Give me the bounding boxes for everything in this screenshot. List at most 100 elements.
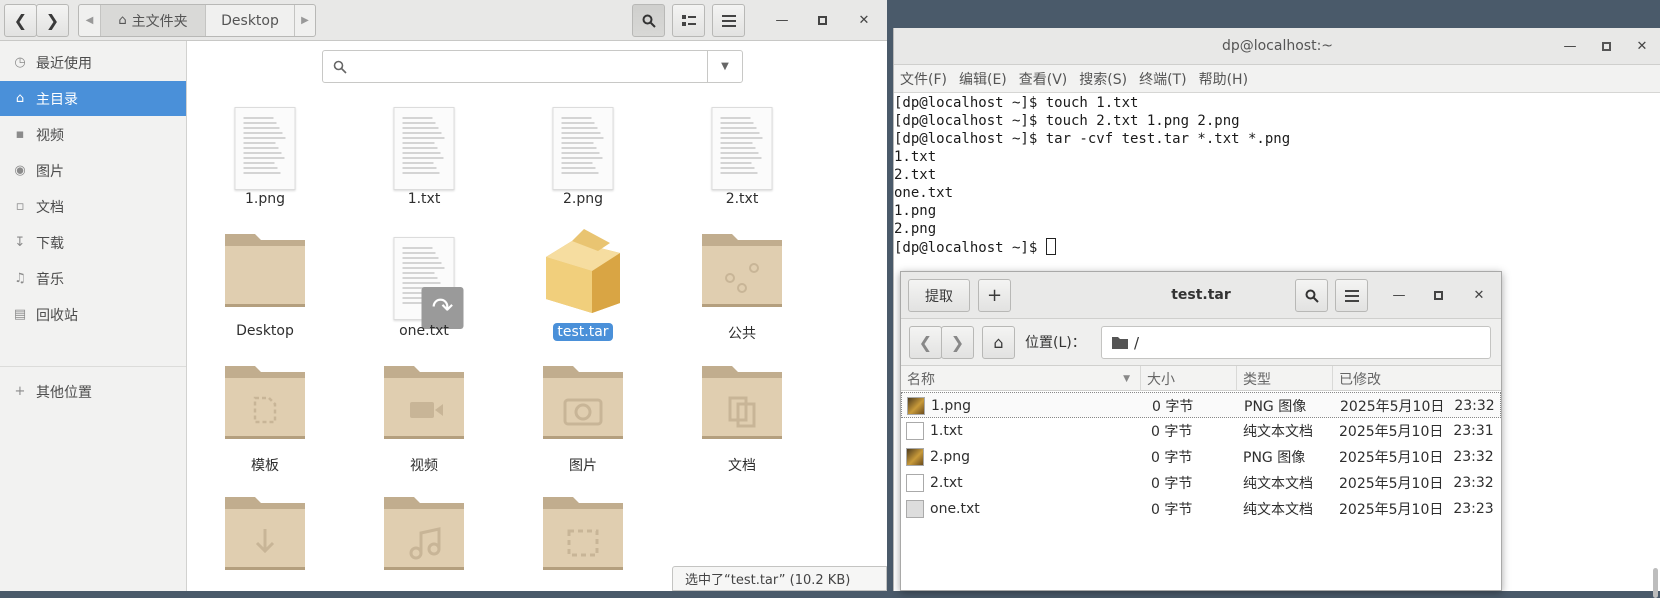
plus-icon: + <box>14 384 26 399</box>
path-desktop-button[interactable]: Desktop <box>206 5 295 36</box>
location-label-text: 位置(L)： <box>1025 335 1086 351</box>
archive-row-time: 23:31 <box>1453 423 1494 439</box>
search-options-dropdown[interactable]: ▼ <box>708 51 742 82</box>
terminal-menu-item[interactable]: 查看(V) <box>1019 69 1068 89</box>
menu-button[interactable] <box>712 4 745 37</box>
sidebar-item-2[interactable]: ▪ 视频 <box>0 117 186 152</box>
sidebar-item-5[interactable]: ↧ 下载 <box>0 225 186 260</box>
archive-back-button[interactable]: ❮ <box>909 326 942 359</box>
column-name[interactable]: 名称 ▼ <box>901 366 1141 391</box>
search-input[interactable] <box>323 51 708 82</box>
file-item[interactable]: 视频 <box>369 357 479 477</box>
terminal-maximize-button[interactable] <box>1594 34 1618 58</box>
extract-button[interactable]: 提取 <box>908 279 970 312</box>
sidebar-item-1[interactable]: ⌂ 主目录 <box>0 81 186 116</box>
video-icon: ▪ <box>15 127 25 142</box>
column-type[interactable]: 类型 <box>1237 366 1333 391</box>
archive-minimize-button[interactable]: — <box>1387 283 1411 307</box>
search-bar[interactable]: ▼ <box>322 50 743 83</box>
minimize-button[interactable]: — <box>770 8 794 32</box>
sidebar-item-3[interactable]: ◉ 图片 <box>0 153 186 188</box>
sidebar-item-7[interactable]: ▤ 回收站 <box>0 297 186 332</box>
archive-search-button[interactable] <box>1295 279 1328 312</box>
file-item[interactable]: 图片 <box>528 357 638 477</box>
sidebar-item-label: 视频 <box>36 127 64 144</box>
back-button[interactable]: ❮ <box>4 4 37 37</box>
sidebar-item-other-locations[interactable]: + 其他位置 <box>0 374 186 409</box>
file-item[interactable]: 2.png <box>528 95 638 215</box>
search-icon <box>1305 289 1319 303</box>
sort-arrow-icon: ▼ <box>1123 373 1130 384</box>
column-size-label: 大小 <box>1147 371 1175 388</box>
minimize-icon: — <box>775 12 789 28</box>
archive-menu-button[interactable] <box>1335 279 1368 312</box>
terminal-line: [dp@localhost ~]$ <box>894 238 1660 256</box>
file-item[interactable]: 1.png <box>210 95 320 215</box>
file-item[interactable] <box>210 488 320 591</box>
terminal-line-text: 1.png <box>894 203 937 219</box>
places-sidebar: ◷ 最近使用 ⌂ 主目录 ▪ 视频 ◉ 图片 ▫ 文档 ↧ 下载 ♫ 音乐 ▤ 回收站 + 其他位置 <box>0 41 187 591</box>
terminal-cursor <box>1045 238 1056 255</box>
close-icon: ✕ <box>858 12 870 28</box>
view-mode-button[interactable] <box>672 4 705 37</box>
camera-icon: ◉ <box>14 163 26 178</box>
terminal-menu-item[interactable]: 编辑(E) <box>959 69 1007 89</box>
folder-icon <box>223 228 307 310</box>
terminal-menu-item[interactable]: 终端(T) <box>1139 69 1186 89</box>
folder-icon <box>541 360 625 442</box>
sidebar-item-4[interactable]: ▫ 文档 <box>0 189 186 224</box>
archive-row-time: 23:23 <box>1453 501 1494 517</box>
archive-maximize-button[interactable] <box>1426 283 1450 307</box>
column-modified[interactable]: 已修改 <box>1333 366 1501 391</box>
file-item[interactable]: ↷ one.txt <box>369 225 479 345</box>
archive-row[interactable]: 2.txt 0 字节 纯文本文档 2025年5月10日 23:32 <box>901 470 1501 496</box>
files-headerbar: ❮ ❯ ◀ ⌂ 主文件夹 Desktop ▶ — ✕ <box>0 0 887 41</box>
forward-button[interactable]: ❯ <box>36 4 69 37</box>
file-item[interactable]: 2.txt <box>687 95 797 215</box>
close-button[interactable]: ✕ <box>852 8 876 32</box>
folder-icon <box>700 228 784 310</box>
archive-row[interactable]: 1.png 0 字节 PNG 图像 2025年5月10日 23:32 <box>901 392 1501 418</box>
minimize-icon: — <box>1392 287 1406 303</box>
path-bar: ◀ ⌂ 主文件夹 Desktop ▶ <box>78 4 316 37</box>
archive-row-type: 纯文本文档 <box>1243 502 1313 518</box>
archive-forward-button[interactable]: ❯ <box>941 326 974 359</box>
archive-row-size: 0 字节 <box>1151 476 1193 492</box>
sidebar-item-6[interactable]: ♫ 音乐 <box>0 261 186 296</box>
terminal-menu-item[interactable]: 帮助(H) <box>1199 69 1248 89</box>
text-file-icon <box>552 107 614 190</box>
file-item[interactable]: test.tar <box>528 225 638 345</box>
terminal-line: one.txt <box>894 184 1660 202</box>
terminal-menu-item[interactable]: 搜索(S) <box>1079 69 1127 89</box>
archive-row-time: 23:32 <box>1453 475 1494 491</box>
terminal-close-button[interactable]: ✕ <box>1630 34 1654 58</box>
add-files-button[interactable]: + <box>978 279 1011 312</box>
file-item[interactable]: 1.txt <box>369 95 479 215</box>
path-home-button[interactable]: ⌂ 主文件夹 <box>101 5 206 36</box>
archive-close-button[interactable]: ✕ <box>1467 283 1491 307</box>
path-left-arrow[interactable]: ◀ <box>79 5 101 36</box>
search-button[interactable] <box>632 4 665 37</box>
terminal-menu-item[interactable]: 文件(F) <box>900 69 947 89</box>
archive-row[interactable]: one.txt 0 字节 纯文本文档 2025年5月10日 23:23 <box>901 496 1501 522</box>
file-item[interactable]: Desktop <box>210 225 320 345</box>
file-item[interactable]: 文档 <box>687 357 797 477</box>
archive-home-button[interactable]: ⌂ <box>982 326 1015 359</box>
archive-row-type: PNG 图像 <box>1244 399 1307 415</box>
terminal-minimize-button[interactable]: — <box>1558 34 1582 58</box>
archive-row[interactable]: 2.png 0 字节 PNG 图像 2025年5月10日 23:32 <box>901 444 1501 470</box>
symlink-file-icon <box>906 500 924 518</box>
terminal-line-text: one.txt <box>894 185 954 201</box>
file-item[interactable]: 模板 <box>210 357 320 477</box>
sidebar-item-0[interactable]: ◷ 最近使用 <box>0 45 186 80</box>
archive-row-name: 2.png <box>930 449 971 465</box>
file-item[interactable] <box>369 488 479 591</box>
archive-row[interactable]: 1.txt 0 字节 纯文本文档 2025年5月10日 23:31 <box>901 418 1501 444</box>
file-item[interactable] <box>528 488 638 591</box>
maximize-button[interactable] <box>810 8 834 32</box>
column-size[interactable]: 大小 <box>1141 366 1237 391</box>
location-input[interactable]: / <box>1101 326 1491 359</box>
terminal-scrollbar[interactable] <box>1653 568 1658 598</box>
file-item[interactable]: 公共 <box>687 225 797 345</box>
path-right-arrow[interactable]: ▶ <box>295 5 315 36</box>
